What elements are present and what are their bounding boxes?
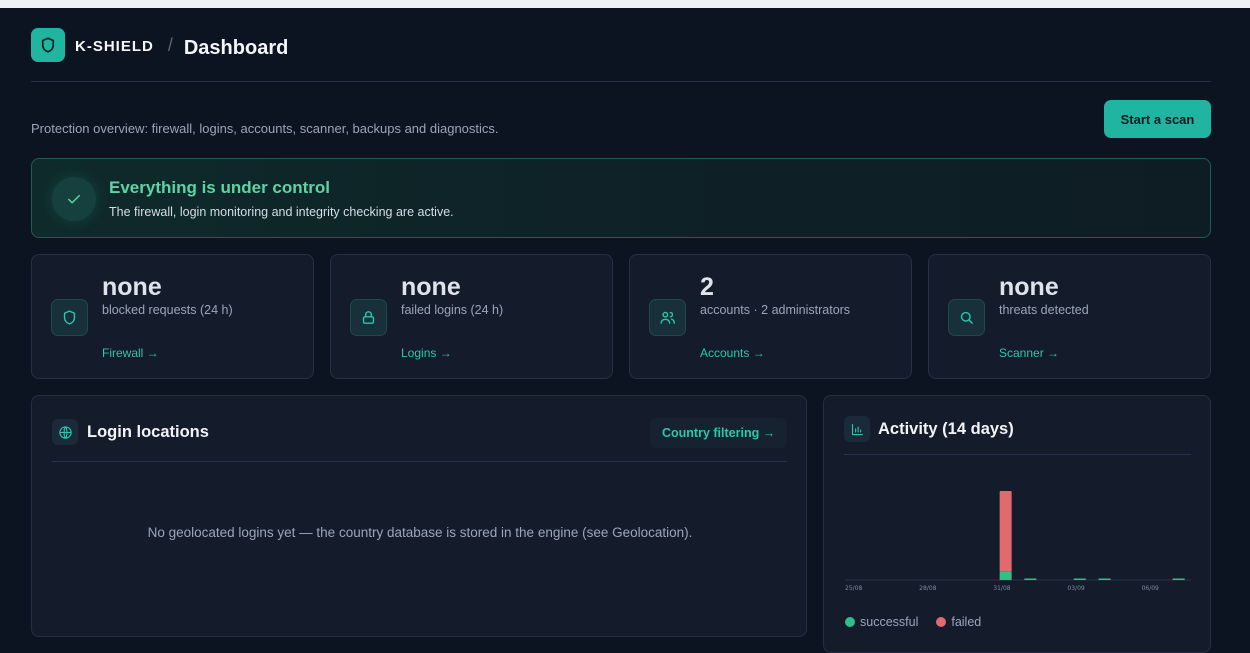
x-tick-label: 28/08 [919, 585, 936, 592]
login-locations-title: Login locations [87, 423, 209, 441]
shield-logo-icon [31, 28, 65, 62]
stat-value: none [401, 273, 461, 301]
lock-icon [350, 299, 387, 336]
failed-dot-icon [936, 617, 947, 627]
legend-failed: failed [936, 615, 981, 629]
stat-label: threats detected [999, 303, 1089, 317]
successful-dot-icon [845, 617, 855, 627]
bar-baseline-04/09 [1098, 578, 1111, 580]
empty-state-message: No geolocated logins yet — the country d… [147, 525, 693, 540]
shield-icon [51, 299, 88, 336]
check-icon [52, 177, 96, 221]
page-title: Dashboard [183, 37, 289, 59]
brand-name: K-SHIELD [75, 38, 154, 55]
status-banner: Everything is under control The firewall… [31, 158, 1211, 238]
bar-baseline-01/09 [1024, 578, 1037, 580]
bar-baseline-07/09 [1172, 578, 1185, 580]
page-header: K-SHIELD / Dashboard [31, 28, 1211, 82]
stat-card-accounts: 2 accounts · 2 administrators Accounts → [629, 254, 912, 379]
bar-successful-31/08 [999, 571, 1012, 580]
stat-label: blocked requests (24 h) [102, 303, 233, 317]
stat-card-firewall: none blocked requests (24 h) Firewall → [31, 254, 314, 379]
stat-label: failed logins (24 h) [401, 303, 504, 317]
bar-baseline-03/09 [1073, 578, 1086, 580]
stat-value: none [999, 273, 1059, 301]
stat-label: accounts · 2 administrators [700, 303, 851, 317]
x-tick-label: 03/09 [1067, 585, 1084, 592]
firewall-link[interactable]: Firewall → [102, 346, 159, 360]
stat-value: 2 [700, 273, 714, 301]
panel-divider [52, 461, 787, 462]
stat-value: none [102, 273, 162, 301]
login-locations-panel: Login locations Country filtering → No g… [31, 395, 807, 637]
stat-card-logins: none failed logins (24 h) Logins → [330, 254, 613, 379]
globe-icon [52, 419, 78, 445]
status-description: The firewall, login monitoring and integ… [109, 205, 454, 219]
page-subtitle: Protection overview: firewall, logins, a… [31, 121, 499, 136]
stat-card-scanner: none threats detected Scanner → [928, 254, 1211, 379]
activity-panel: Activity (14 days) 25/08 28/08 31/08 03/09 0… [823, 395, 1211, 653]
country-filtering-button[interactable]: Country filtering → [650, 418, 788, 448]
x-tick-label: 06/09 [1142, 585, 1159, 592]
breadcrumb-separator: / [167, 35, 173, 55]
browser-top-strip [0, 0, 1250, 8]
x-tick-label: 25/08 [845, 585, 862, 592]
logins-link[interactable]: Logins → [401, 346, 452, 360]
chart-legend: successful failed [845, 615, 999, 629]
accounts-link[interactable]: Accounts → [700, 346, 765, 360]
users-icon [649, 299, 686, 336]
search-icon [948, 299, 985, 336]
legend-label: failed [951, 615, 982, 629]
activity-chart: 25/08 28/08 31/08 03/09 06/09 [845, 491, 1191, 592]
start-scan-button[interactable]: Start a scan [1104, 100, 1211, 138]
legend-successful: successful [845, 615, 918, 629]
x-tick-label: 31/08 [993, 585, 1010, 592]
bar-failed-31/08 [999, 491, 1012, 572]
status-title: Everything is under control [109, 178, 331, 197]
legend-label: successful [860, 615, 919, 629]
scanner-link[interactable]: Scanner → [999, 346, 1059, 360]
